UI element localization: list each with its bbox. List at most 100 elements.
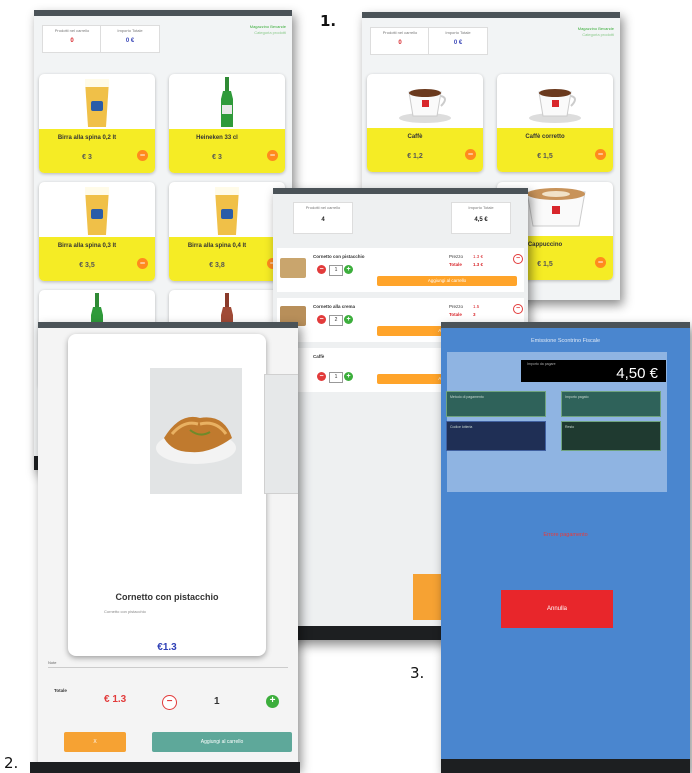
beer-bottle-icon [221,77,233,127]
product-card[interactable]: Caffè € 1,2 − [367,74,483,172]
status-bar [34,10,292,16]
minus-icon[interactable]: − [317,265,326,274]
minus-icon[interactable]: − [162,695,177,710]
plus-icon[interactable]: + [344,265,353,274]
status-bar [362,12,620,18]
cart-row: Cornetto con pistacchio − 1 + Prezzo 1.3… [277,248,524,292]
payment-method-field[interactable]: Metodo di pagamento [446,391,546,417]
nav-bar [30,762,300,773]
product-thumbnail [280,258,306,278]
amount-box: Importo da pagare 4,50 € [521,360,666,382]
stat-total: Importo Totale 0 € [100,25,160,53]
add-to-cart-button[interactable]: Aggiungi al carrello [377,276,517,286]
payment-title: Emissione Scontrino Fiscale [530,338,601,344]
coffee-cup-icon [399,89,451,123]
total-value: 3 [473,312,476,317]
label-two: 2. [4,754,19,772]
product-price: € 3 [212,154,222,161]
product-name: Birra alla spina 0,3 lt [57,243,117,249]
product-card[interactable]: Birra alla spina 0,3 lt € 3,5 − [39,182,155,281]
price-value: 1.3 € [473,254,484,259]
notes-field[interactable] [48,667,288,668]
beer-glass-icon [85,79,109,127]
remove-icon[interactable]: − [137,258,148,269]
cart-item-name: Cornetto alla crema [313,304,356,309]
remove-icon[interactable]: − [267,150,278,161]
plus-icon[interactable]: + [344,315,353,324]
total-label: Totale [449,312,462,317]
stat-cart-count: Prodotti nel carrello 4 [293,202,353,234]
remove-icon[interactable]: − [595,149,606,160]
coffee-cup-icon [529,89,581,123]
change-field: Resto [561,421,661,451]
cart-item-name: Caffè [313,354,325,359]
remove-icon[interactable]: − [595,257,606,268]
product-name: Birra alla spina 0,4 lt [187,243,247,249]
error-message: Errore pagamento [543,532,588,538]
product-price: €1.3 [157,642,177,653]
label-three: 3. [410,664,425,682]
screen-payment: Emissione Scontrino Fiscale Importo da p… [441,322,690,773]
amount-paid-field[interactable]: Importo pagato [561,391,661,417]
total-value: 1.3 € [473,262,484,267]
status-bar [38,322,298,328]
croissant-icon [156,416,236,464]
stat-cart-count: Prodotti nel carrello 0 [370,27,430,55]
product-price: € 3 [82,154,92,161]
product-price: € 3,8 [209,262,225,269]
beer-glass-icon [215,187,239,235]
quantity-value: 1 [214,696,220,707]
cappuccino-icon [526,188,586,227]
product-card[interactable]: Caffè corretto € 1,5 − [497,74,613,172]
remove-icon[interactable]: − [137,150,148,161]
status-bar [273,188,528,194]
cart-item-name: Cornetto con pistacchio [313,254,365,259]
status-bar [441,322,690,328]
product-image [150,368,242,494]
back-button[interactable]: X [64,732,126,752]
notes-label: Note [48,660,57,665]
warehouse-label[interactable]: Magazzino Bevande [578,26,614,31]
minus-icon[interactable]: − [317,372,326,381]
plus-icon[interactable]: + [344,372,353,381]
product-card[interactable]: Birra alla spina 0,4 lt€ 3,8− [169,182,285,281]
price-value: 1.5 [473,304,480,309]
product-card[interactable]: Heineken 33 cl € 3 − [169,74,285,173]
remove-icon[interactable]: − [513,254,523,264]
total-value: € 1.3 [104,694,127,705]
category-label[interactable]: Categoria prodotti [582,32,614,37]
quantity-field[interactable]: 1 [329,372,343,383]
screen-detail: Cornetto con pistacchio Cornetto con pis… [38,322,298,768]
quantity-field[interactable]: 2 [329,315,343,326]
nav-bar [441,759,690,773]
product-name: Heineken 33 cl [196,135,238,141]
price-label: Prezzo [449,254,464,259]
stat-total: Importo Totale 0 € [428,27,488,55]
amount-value: 4,50 € [616,365,658,382]
warehouse-label[interactable]: Magazzino Bevande [250,24,286,29]
remove-icon[interactable]: − [513,304,523,314]
category-label[interactable]: Categoria prodotti [254,30,286,35]
stat-total: Importo Totale 4,5 € [451,202,511,234]
total-label: Totale [54,688,67,693]
add-to-cart-button[interactable]: Aggiungi al carrello [152,732,292,752]
minus-icon[interactable]: − [317,315,326,324]
product-subtitle: Cornetto con pistacchio [104,609,146,614]
product-price: € 1,2 [407,153,423,160]
detail-card: Cornetto con pistacchio Cornetto con pis… [68,334,266,656]
product-price: € 1,5 [537,153,553,160]
label-one: 1. [320,12,337,30]
product-name: Caffè corretto [525,134,565,140]
plus-icon[interactable]: + [266,695,279,708]
cancel-button[interactable]: Annulla [501,590,613,628]
product-name: Birra alla spina 0,2 lt [57,135,117,141]
product-card[interactable]: Birra alla spina 0,2 lt € 3 − [39,74,155,173]
stat-cart-count: Prodotti nel carrello 0 [42,25,102,53]
lottery-code-field[interactable]: Codice lotteria [446,421,546,451]
remove-icon[interactable]: − [465,149,476,160]
quantity-field[interactable]: 1 [329,265,343,276]
side-panel [264,374,298,494]
product-price: € 3,5 [79,262,95,269]
price-label: Prezzo [449,304,464,309]
beer-glass-icon [85,187,109,235]
